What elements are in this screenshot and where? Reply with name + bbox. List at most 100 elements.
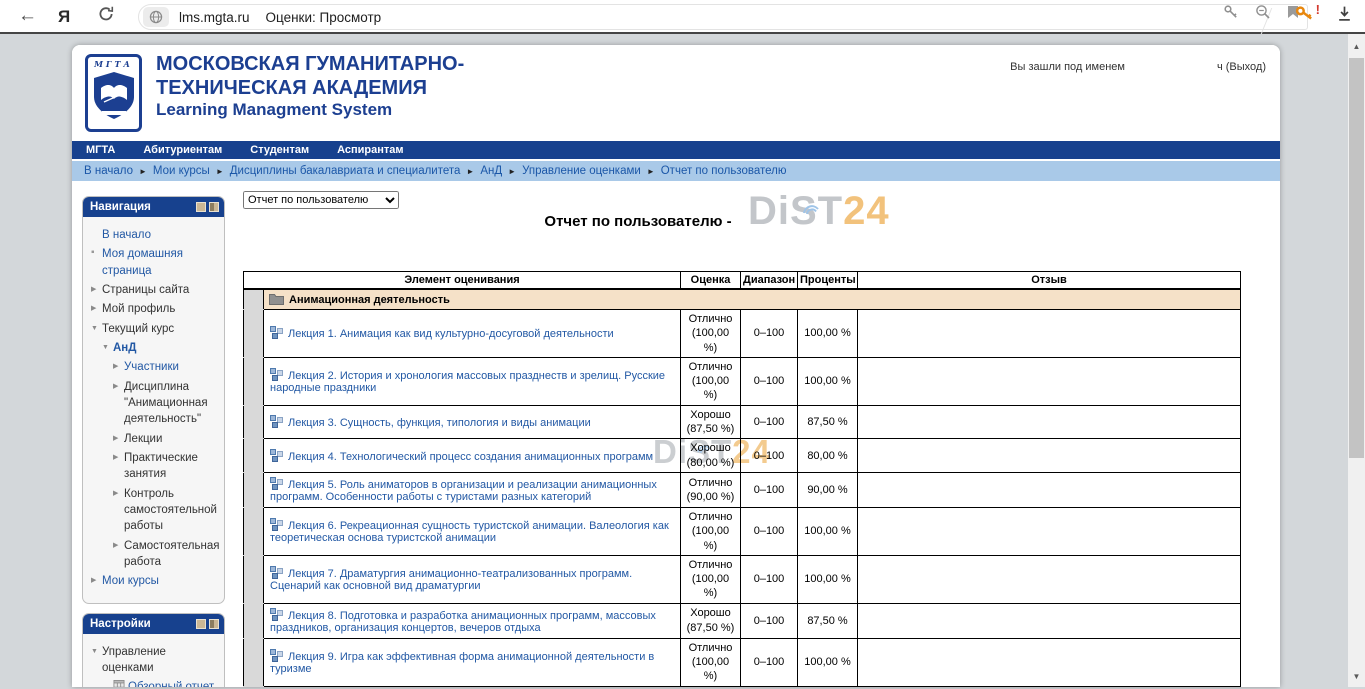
grade-cell: Отлично(100,00 %) — [681, 555, 741, 603]
sidebar-item[interactable]: Текущий курс — [102, 321, 174, 337]
tree-row: В начало — [89, 227, 220, 243]
breadcrumb-item[interactable]: Управление оценками — [522, 165, 641, 177]
toggle-right-icon[interactable]: ▶ — [113, 379, 124, 392]
mgta-logo[interactable]: МГТА — [85, 54, 142, 132]
grade-item-link[interactable]: Лекция 7. Драматургия анимационно-театра… — [270, 568, 632, 592]
toggle-down-icon[interactable]: ▼ — [91, 644, 102, 657]
percent-cell: 87,50 % — [798, 603, 858, 638]
grade-item-row: Лекция 4. Технологический процесс создан… — [244, 439, 1241, 473]
menu-item[interactable]: МГТА — [86, 144, 115, 156]
toggle-right-icon[interactable]: ▶ — [113, 359, 124, 372]
scroll-down-icon[interactable]: ▼ — [1348, 668, 1365, 685]
indent-cell — [244, 357, 264, 405]
grade-item-link[interactable]: Лекция 2. История и хронология массовых … — [270, 370, 665, 394]
grade-item-link[interactable]: Лекция 3. Сущность, функция, типология и… — [288, 417, 591, 429]
indent-cell — [244, 405, 264, 439]
vertical-scrollbar[interactable]: ▲ ▼ — [1348, 34, 1365, 687]
sidebar-item[interactable]: Обзорный отчет — [128, 679, 214, 687]
collapse-block-icon[interactable] — [196, 202, 206, 212]
report-type-select[interactable]: Отчет по пользователю — [243, 191, 399, 209]
sidebar-item[interactable]: Практические занятия — [124, 450, 220, 483]
lesson-icon — [270, 368, 283, 381]
col-header-feedback: Отзыв — [858, 272, 1241, 290]
lesson-icon — [270, 518, 283, 531]
breadcrumb-item[interactable]: В начало — [84, 165, 133, 177]
sidebar-item[interactable]: Мой профиль — [102, 301, 175, 317]
login-info: Вы зашли под именем ч (Выход) — [1010, 61, 1266, 73]
password-key-icon[interactable] — [1223, 4, 1239, 25]
toggle-right-icon[interactable]: ▶ — [91, 573, 102, 586]
tree-row: ▶Мои курсы — [89, 573, 220, 589]
sidebar-item[interactable]: Контроль самостоятельной работы — [124, 486, 220, 535]
dock-block-icon[interactable] — [209, 619, 219, 629]
toggle-down-icon[interactable]: ▼ — [91, 321, 102, 334]
grade-item-row: Лекция 6. Рекреационная сущность туристс… — [244, 507, 1241, 555]
sidebar-item[interactable]: Участники — [124, 359, 179, 375]
toggle-right-icon[interactable]: ▶ — [91, 301, 102, 314]
sidebar-item[interactable]: Самостоятельная работа — [124, 538, 220, 571]
scrollbar-thumb[interactable] — [1349, 58, 1364, 458]
scroll-up-icon[interactable]: ▲ — [1348, 38, 1365, 55]
percent-cell: 100,00 % — [798, 686, 858, 687]
grade-item-link[interactable]: Лекция 9. Игра как эффективная форма ани… — [270, 651, 654, 675]
indent-cell — [244, 686, 264, 687]
zoom-icon[interactable] — [1255, 4, 1271, 25]
toggle-down-icon[interactable]: ▼ — [102, 340, 113, 353]
grade-cell: Отлично(100,00 %) — [681, 357, 741, 405]
menu-item[interactable]: Абитуриентам — [143, 144, 222, 156]
grade-item-link[interactable]: Лекция 5. Роль аниматоров в организации … — [270, 479, 657, 503]
toggle-right-icon[interactable]: ▶ — [113, 486, 124, 499]
browser-toolbar: ← Я lms.mgta.ru Оценки: Просмотр ! — [0, 0, 1365, 34]
sidebar-item[interactable]: Управление оценками — [102, 644, 220, 677]
menu-item[interactable]: Аспирантам — [337, 144, 403, 156]
refresh-icon[interactable] — [97, 5, 115, 28]
col-header-range: Диапазон — [741, 272, 798, 290]
percent-cell: 100,00 % — [798, 507, 858, 555]
breadcrumb-item[interactable]: АнД — [480, 165, 502, 177]
grade-item-link[interactable]: Лекция 4. Технологический процесс создан… — [288, 451, 653, 463]
password-alert-icon[interactable]: ! — [1295, 4, 1314, 28]
menu-item[interactable]: Студентам — [250, 144, 309, 156]
toggle-right-icon[interactable]: ▶ — [113, 450, 124, 463]
site-icon-chip[interactable] — [143, 7, 169, 27]
breadcrumb-separator-icon: ► — [466, 167, 474, 176]
range-cell: 0–100 — [741, 405, 798, 439]
breadcrumb-item[interactable]: Мои курсы — [153, 165, 210, 177]
indent-cell — [244, 507, 264, 555]
sidebar-item[interactable]: АнД — [113, 340, 136, 356]
category-row: Анимационная деятельность — [244, 289, 1241, 310]
item-name-cell: Лекция 8. Подготовка и разработка анимац… — [264, 603, 681, 638]
grade-item-link[interactable]: Лекция 1. Анимация как вид культурно-дос… — [288, 328, 614, 340]
item-name-cell: Лекция 9. Игра как эффективная форма ани… — [264, 638, 681, 686]
sidebar-item[interactable]: Моя домашняя страница — [102, 246, 220, 279]
breadcrumb-item[interactable]: Дисциплины бакалавриата и специалитета — [230, 165, 461, 177]
sidebar-item[interactable]: Мои курсы — [102, 573, 159, 589]
grade-item-link[interactable]: Лекция 8. Подготовка и разработка анимац… — [270, 610, 656, 634]
toggle-right-icon[interactable]: ▶ — [113, 538, 124, 551]
lesson-icon — [270, 566, 283, 579]
back-icon[interactable]: ← — [18, 6, 37, 25]
sidebar-item[interactable]: Лекции — [124, 431, 162, 447]
percent-cell: 87,50 % — [798, 405, 858, 439]
breadcrumb-item[interactable]: Отчет по пользователю — [661, 165, 787, 177]
dock-block-icon[interactable] — [209, 202, 219, 212]
grade-item-row: Лекция 5. Роль аниматоров в организации … — [244, 472, 1241, 507]
grade-cell: Отлично(100,00 %) — [681, 638, 741, 686]
sidebar-item[interactable]: Дисциплина "Анимационная деятельность" — [124, 379, 220, 428]
yandex-menu-icon[interactable]: Я — [58, 7, 70, 27]
logout-link[interactable]: ч (Выход) — [1217, 61, 1266, 73]
page-title-omnibox: Оценки: Просмотр — [266, 10, 382, 25]
toggle-right-icon[interactable]: ▶ — [91, 282, 102, 295]
sidebar-item[interactable]: В начало — [102, 227, 151, 243]
address-bar[interactable]: lms.mgta.ru Оценки: Просмотр — [138, 4, 1308, 30]
download-icon[interactable] — [1336, 5, 1353, 27]
lesson-icon — [270, 608, 283, 621]
range-cell: 0–100 — [741, 472, 798, 507]
site-title: МОСКОВСКАЯ ГУМАНИТАРНО- ТЕХНИЧЕСКАЯ АКАД… — [156, 53, 464, 120]
toggle-right-icon[interactable]: ▶ — [113, 431, 124, 444]
grade-item-link[interactable]: Лекция 6. Рекреационная сущность туристс… — [270, 520, 669, 544]
site-page: МГТА МОСКОВСКАЯ ГУМАНИТАРНО- ТЕХНИЧЕСКАЯ… — [72, 45, 1280, 687]
sidebar-item[interactable]: Страницы сайта — [102, 282, 189, 298]
indent-cell — [244, 439, 264, 473]
collapse-block-icon[interactable] — [196, 619, 206, 629]
